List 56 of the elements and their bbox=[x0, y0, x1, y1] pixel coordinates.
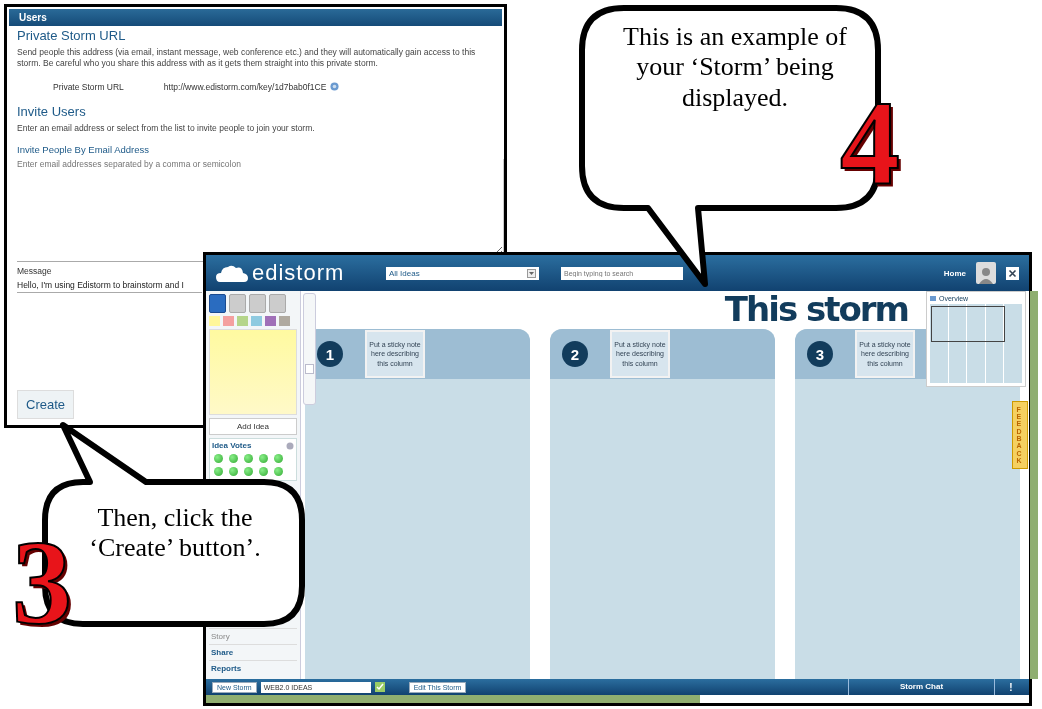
tool-tab[interactable] bbox=[249, 294, 266, 313]
field-label: Invite People By Email Address bbox=[17, 144, 150, 156]
vote-dot-icon[interactable] bbox=[229, 454, 238, 463]
check-icon[interactable] bbox=[374, 682, 385, 692]
color-swatch[interactable] bbox=[265, 316, 276, 326]
create-button[interactable]: Create bbox=[17, 390, 75, 419]
section-heading: Private Storm URL bbox=[17, 28, 127, 43]
vote-dot-icon[interactable] bbox=[259, 467, 268, 476]
vote-dot-icon[interactable] bbox=[259, 454, 268, 463]
zoom-slider[interactable] bbox=[303, 293, 316, 405]
color-swatch[interactable] bbox=[223, 316, 234, 326]
cloud-icon bbox=[216, 264, 248, 282]
url-label: Private Storm URL bbox=[53, 81, 124, 92]
tool-tab[interactable] bbox=[229, 294, 246, 313]
avatar-icon[interactable] bbox=[976, 262, 996, 284]
url-value: http://www.edistorm.com/key/1d7bab0f1CE bbox=[163, 81, 327, 92]
sticky-note-pad[interactable] bbox=[209, 329, 297, 415]
sidebar-link[interactable]: Reports bbox=[209, 660, 297, 676]
message-field[interactable]: Hello, I'm using Edistorm to brainstorm and I bbox=[17, 280, 202, 294]
vote-dot-icon[interactable] bbox=[214, 467, 223, 476]
filter-dropdown[interactable]: All Ideas bbox=[386, 266, 539, 280]
description-text: Send people this address (via email, instant message, web conference etc.) and they will automatically gain access to this storm. Be careful who you share this address with as it gets them straight into this private storm. bbox=[17, 47, 477, 70]
add-idea-button[interactable]: Add Idea bbox=[209, 418, 297, 435]
color-swatch[interactable] bbox=[209, 316, 220, 326]
tool-tab[interactable] bbox=[269, 294, 286, 313]
home-link[interactable]: Home bbox=[943, 268, 966, 278]
alert-button[interactable]: ! bbox=[999, 681, 1023, 693]
close-icon[interactable] bbox=[1006, 266, 1019, 280]
callout-text: This is an example of your ‘Storm’ being displayed. bbox=[622, 22, 847, 112]
tool-tab[interactable] bbox=[209, 294, 226, 313]
vote-dot-icon[interactable] bbox=[214, 454, 223, 463]
caret-icon bbox=[527, 268, 536, 278]
vertical-scrollbar[interactable] bbox=[1030, 291, 1038, 679]
storm-title: This storm bbox=[724, 291, 908, 329]
sidebar-link[interactable]: Share bbox=[209, 644, 297, 660]
description-text: Enter an email address or select from the list to invite people to join your storm. bbox=[17, 122, 316, 135]
color-swatch[interactable] bbox=[279, 316, 290, 326]
sidebar-link[interactable]: Story bbox=[209, 628, 297, 644]
map-icon bbox=[930, 296, 936, 301]
vote-dot-icon[interactable] bbox=[274, 454, 283, 463]
panel-title: Users bbox=[9, 9, 502, 26]
color-swatch[interactable] bbox=[237, 316, 248, 326]
vote-dot-icon[interactable] bbox=[244, 454, 253, 463]
color-swatch[interactable] bbox=[251, 316, 262, 326]
column-number: 2 bbox=[562, 341, 588, 367]
section-heading: Invite Users bbox=[17, 103, 87, 119]
column-number: 3 bbox=[807, 341, 833, 367]
panel-title: Idea Votes bbox=[212, 441, 252, 450]
callout-text: Then, click the ‘Create’ button’. bbox=[88, 503, 262, 564]
help-icon[interactable] bbox=[330, 82, 340, 92]
slider-thumb[interactable] bbox=[305, 364, 314, 374]
vote-dot-icon[interactable] bbox=[229, 467, 238, 476]
vote-dot-icon[interactable] bbox=[274, 467, 283, 476]
column-number: 1 bbox=[317, 341, 343, 367]
minimap-drawing[interactable] bbox=[930, 304, 1022, 383]
vote-dot-icon[interactable] bbox=[244, 467, 253, 476]
